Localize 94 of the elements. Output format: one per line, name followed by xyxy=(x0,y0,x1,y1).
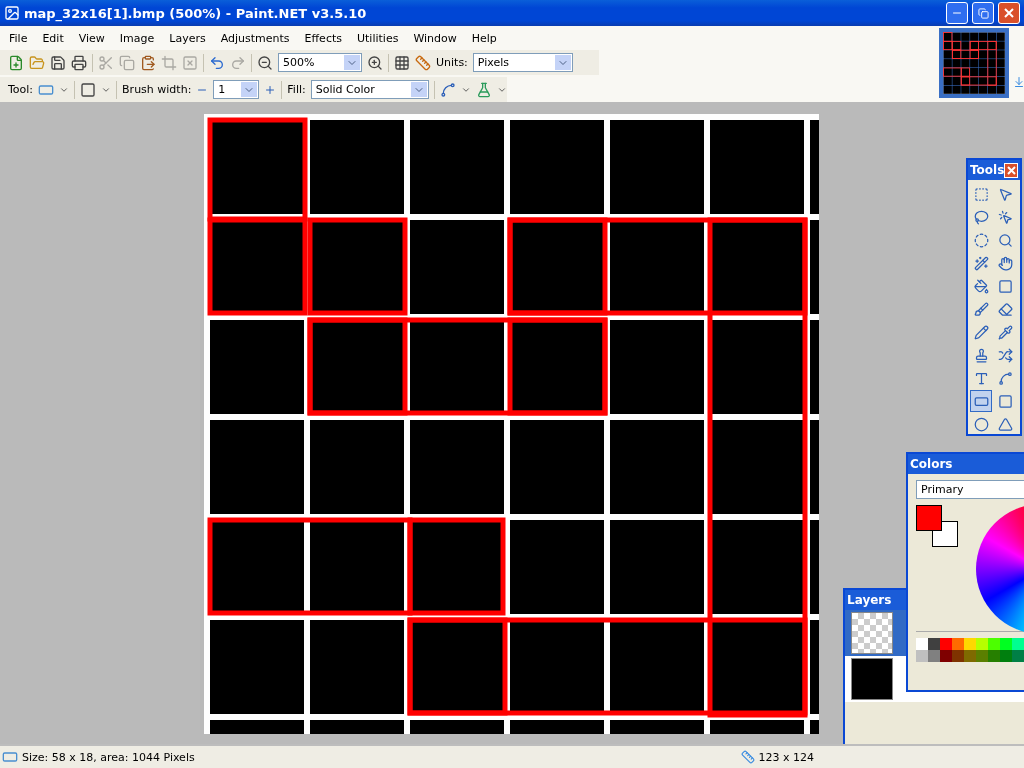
palette-swatch[interactable] xyxy=(952,650,964,662)
stamp-icon xyxy=(973,347,989,363)
menu-item[interactable]: View xyxy=(71,31,113,45)
hand-icon xyxy=(997,255,1013,271)
antialiasing-icon[interactable] xyxy=(439,81,456,98)
palette-swatch[interactable] xyxy=(964,638,976,650)
zoom-out-icon[interactable] xyxy=(257,54,273,71)
panel-title: Tools xyxy=(970,163,1005,177)
zoom-dropdown[interactable]: 500% xyxy=(278,53,362,72)
panel-title: Colors xyxy=(910,457,953,471)
minimize-button[interactable] xyxy=(946,2,968,24)
cut-icon[interactable] xyxy=(98,54,114,71)
text-icon xyxy=(973,370,989,386)
palette-swatch[interactable] xyxy=(916,638,928,650)
layer-thumbnail xyxy=(851,658,893,700)
palette-swatch[interactable] xyxy=(952,638,964,650)
menu-item[interactable]: Adjustments xyxy=(213,31,298,45)
window-title: map_32x16[1].bmp (500%) - Paint.NET v3.5.10 xyxy=(24,5,368,21)
image-canvas[interactable] xyxy=(204,114,819,734)
rounded-rectangle-icon xyxy=(997,393,1013,409)
move-pointer-icon xyxy=(997,186,1013,202)
increase-icon[interactable] xyxy=(264,83,277,96)
pointer-plus-icon xyxy=(997,209,1013,225)
app-icon xyxy=(4,5,20,21)
palette-swatch[interactable] xyxy=(988,650,1000,662)
copy-icon[interactable] xyxy=(119,54,135,71)
rectangle-select-icon xyxy=(973,186,989,202)
color-mode-dropdown[interactable]: Primary xyxy=(916,480,1024,499)
zoom-in-icon[interactable] xyxy=(367,54,383,71)
brush-width-label: Brush width: xyxy=(122,83,192,96)
grid-icon[interactable] xyxy=(394,54,410,71)
brush-width-dropdown[interactable]: 1 xyxy=(213,80,260,99)
close-icon[interactable] xyxy=(1004,162,1018,178)
layer-thumbnail xyxy=(851,612,893,654)
deselect-icon[interactable] xyxy=(182,54,198,71)
lasso-icon xyxy=(973,209,989,225)
palette-swatch[interactable] xyxy=(1000,638,1012,650)
paint-bucket-icon xyxy=(973,278,989,294)
open-folder-icon[interactable] xyxy=(29,54,45,71)
image-size: 123 x 124 xyxy=(758,750,814,764)
magic-wand-icon xyxy=(973,255,989,271)
print-icon[interactable] xyxy=(71,54,87,71)
palette-swatch[interactable] xyxy=(916,650,928,662)
tool-label: Tool: xyxy=(8,83,34,96)
zoom-icon xyxy=(997,232,1013,248)
fill-dropdown[interactable]: Solid Color xyxy=(310,80,429,99)
close-button[interactable] xyxy=(998,2,1020,24)
eyedropper-icon xyxy=(997,324,1013,340)
menu-item[interactable]: Utilities xyxy=(350,31,407,45)
menu-item[interactable]: Image xyxy=(112,31,163,45)
fill-label: Fill: xyxy=(287,83,306,96)
menu-item[interactable]: Layers xyxy=(162,31,214,45)
ruler-icon[interactable] xyxy=(415,54,431,71)
palette-swatch[interactable] xyxy=(928,638,940,650)
line-icon xyxy=(997,370,1013,386)
paintbrush-icon xyxy=(973,301,989,317)
undo-icon[interactable] xyxy=(209,54,225,71)
tool-button[interactable] xyxy=(970,390,992,412)
navigator-thumbnail[interactable] xyxy=(938,28,1009,98)
palette-swatch[interactable] xyxy=(940,650,952,662)
palette-swatch[interactable] xyxy=(1012,638,1024,650)
ellipse-icon xyxy=(973,416,989,432)
save-icon[interactable] xyxy=(50,54,66,71)
redo-icon[interactable] xyxy=(230,54,246,71)
palette-swatch[interactable] xyxy=(988,638,1000,650)
units-dropdown[interactable]: Pixels xyxy=(472,53,573,72)
palette-swatch[interactable] xyxy=(976,638,988,650)
pencil-icon xyxy=(973,324,989,340)
menu-item[interactable]: File xyxy=(2,31,36,45)
restore-button[interactable] xyxy=(972,2,994,24)
primary-color-swatch[interactable] xyxy=(916,505,942,531)
palette-swatch[interactable] xyxy=(964,650,976,662)
selection-size: Size: 58 x 18, area: 1044 Pixels xyxy=(22,750,195,764)
menu-item[interactable]: Window xyxy=(406,31,465,45)
palette-swatch[interactable] xyxy=(1000,650,1012,662)
image-size-icon xyxy=(740,750,755,764)
palette-swatch[interactable] xyxy=(928,650,940,662)
shape-mode-icon[interactable] xyxy=(80,81,97,98)
palette-swatch[interactable] xyxy=(976,650,988,662)
paste-icon[interactable] xyxy=(140,54,156,71)
units-label: Units: xyxy=(436,56,468,69)
menu-item[interactable]: Effects xyxy=(297,31,350,45)
menu-item[interactable]: Edit xyxy=(35,31,72,45)
restore-icon xyxy=(977,7,989,19)
selection-icon xyxy=(2,749,18,765)
close-icon xyxy=(1003,7,1015,19)
ellipse-select-icon xyxy=(973,232,989,248)
palette-swatch[interactable] xyxy=(940,638,952,650)
palette-swatch[interactable] xyxy=(1012,650,1024,662)
menu-item[interactable]: Help xyxy=(464,31,505,45)
flask-icon[interactable] xyxy=(475,81,492,98)
new-file-icon[interactable] xyxy=(8,54,24,71)
eraser-icon xyxy=(997,301,1013,317)
panel-title: Layers xyxy=(847,593,892,607)
